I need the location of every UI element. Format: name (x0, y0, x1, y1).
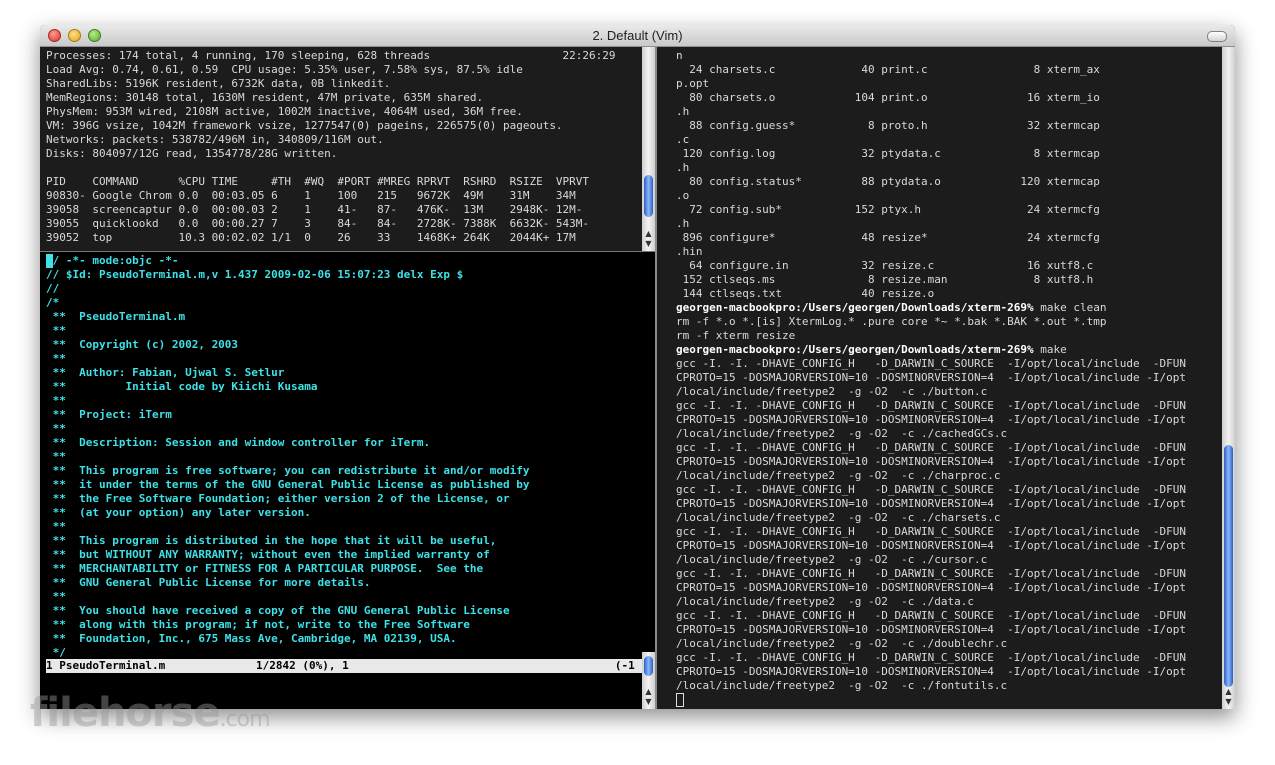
scroll-up-arrow[interactable]: ▲ (1222, 687, 1235, 697)
build-output: n 24 charsets.c 40 print.c 8 xterm_ax p.… (676, 49, 1186, 709)
shell-command: make (1033, 343, 1067, 356)
vim-status-line: 1 PseudoTerminal.m 1/2842 (0%), 1 (-1 ) (46, 659, 648, 673)
top-pane-scrollbar[interactable]: ▲ ▼ (642, 47, 655, 251)
scroll-down-arrow[interactable]: ▼ (642, 239, 655, 249)
scroll-down-arrow[interactable]: ▼ (1222, 697, 1235, 707)
scroll-up-arrow[interactable]: ▲ (642, 229, 655, 239)
scroll-down-arrow[interactable]: ▼ (642, 697, 655, 707)
vim-status-filename: 1 PseudoTerminal.m (46, 659, 166, 672)
watermark-suffix: .com (219, 707, 271, 732)
terminal-cursor (676, 693, 684, 707)
scrollbar-thumb[interactable] (1224, 445, 1233, 687)
shell-command: make clean (1033, 301, 1107, 314)
right-pane-scrollbar[interactable]: ▲ ▼ (1222, 47, 1235, 709)
scrollbar-thumb[interactable] (644, 656, 653, 676)
watermark-text: filehorse (30, 690, 221, 736)
vim-pane-scrollbar[interactable]: ▲ ▼ (642, 652, 655, 709)
watermark-logo: filehorse.com (30, 690, 271, 736)
toolbar-toggle-button[interactable] (1207, 31, 1227, 42)
top-process-pane[interactable]: Processes: 174 total, 4 running, 170 sle… (40, 47, 655, 251)
scroll-up-arrow[interactable]: ▲ (642, 687, 655, 697)
top-output: Processes: 174 total, 4 running, 170 sle… (46, 49, 616, 244)
build-terminal-pane[interactable]: n 24 charsets.c 40 print.c 8 xterm_ax p.… (657, 47, 1235, 709)
vim-cursor (46, 254, 53, 268)
shell-prompt: georgen-macbookpro:/Users/georgen/Downlo… (676, 343, 1034, 356)
window-title: 2. Default (Vim) (592, 28, 683, 43)
make-output: gcc -I. -I. -DHAVE_CONFIG_H -D_DARWIN_C_… (676, 357, 1186, 692)
shell-prompt: georgen-macbookpro:/Users/georgen/Downlo… (676, 301, 1034, 314)
vim-status-position: 1/2842 (0%), 1 (256, 659, 349, 672)
terminal-window: 2. Default (Vim) Processes: 174 total, 4… (40, 25, 1235, 709)
title-bar[interactable]: 2. Default (Vim) (40, 25, 1235, 47)
vim-editor-pane[interactable]: // -*- mode:objc -*- // $Id: PseudoTermi… (40, 252, 655, 709)
make-clean-output: rm -f *.o *.[is] XtermLog.* .pure core *… (676, 315, 1107, 342)
ls-listing: n 24 charsets.c 40 print.c 8 xterm_ax p.… (676, 49, 1100, 300)
scrollbar-thumb[interactable] (644, 175, 653, 217)
vim-buffer-text: // -*- mode:objc -*- // $Id: PseudoTermi… (46, 254, 530, 659)
